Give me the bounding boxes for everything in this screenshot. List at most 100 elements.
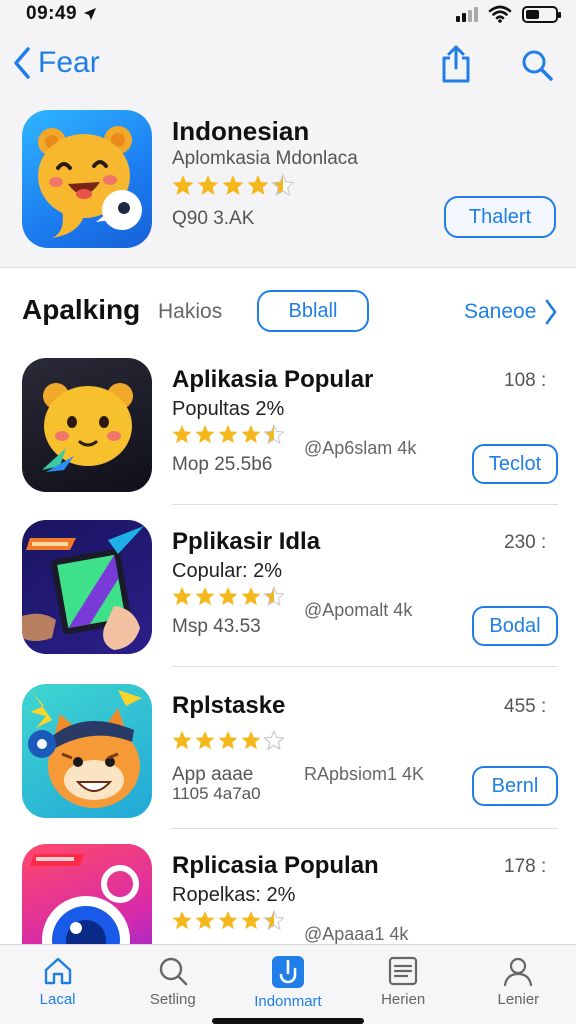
app-name: Rplicasia Populan [172, 852, 379, 879]
section-tab[interactable]: Hakios [158, 300, 222, 324]
location-arrow-icon [84, 8, 97, 20]
status-bar: 09:49 [0, 0, 576, 28]
star-full-icon [241, 731, 261, 750]
chevron-left-icon [14, 47, 30, 79]
back-label: Fear [38, 46, 100, 79]
star-full-icon [241, 911, 261, 930]
star-full-icon [172, 175, 194, 195]
app-list-item[interactable]: Rplicasia Populan Ropelkas: 2% @Apaaa1 4… [0, 844, 576, 944]
featured-app-icon[interactable] [22, 110, 152, 248]
tab-label: Herien [381, 991, 426, 1008]
featured-app-meta: Q90 3.AK [172, 208, 255, 229]
section-filter-pill[interactable]: Bblall [257, 290, 369, 332]
home-icon [44, 957, 71, 985]
app-subtitle: Copular: 2% [172, 560, 283, 582]
app-developer: @Ap6slam 4k [304, 438, 417, 458]
row-divider [172, 504, 558, 505]
app-icon[interactable] [22, 684, 152, 818]
star-full-icon [172, 731, 192, 750]
featured-app-title: Indonesian [172, 116, 310, 146]
share-icon [442, 45, 470, 83]
app-meta-secondary: 1105 4a7a0 [172, 784, 261, 803]
star-full-icon [218, 425, 238, 444]
star-full-icon [241, 425, 261, 444]
app-name: Pplikasir Idla [172, 528, 321, 555]
star-full-icon [197, 175, 219, 195]
tab-label: Lenier [497, 991, 540, 1008]
tiger-mascot-icon [28, 690, 142, 808]
star-full-icon [195, 587, 215, 606]
star-half-icon [263, 909, 285, 931]
back-button[interactable]: Fear [12, 46, 100, 80]
list-icon [389, 956, 418, 986]
tab-label: Lacal [39, 991, 76, 1008]
tab-bar: Lacal Setling Indonmart Herien Lenier [0, 944, 576, 1024]
tab-apps[interactable]: Indonmart [238, 945, 338, 1024]
app-rating [172, 585, 285, 611]
app-get-button[interactable]: Bernl [472, 766, 558, 806]
app-developer: RApbsiom1 4K [304, 764, 425, 784]
section-header: Apalking Hakios Bblall Saneoe [0, 288, 576, 336]
app-icon[interactable] [22, 358, 152, 492]
wifi-icon [488, 5, 512, 23]
tab-profile[interactable]: Lenier [468, 945, 568, 1024]
bear-face-icon [42, 383, 133, 472]
home-indicator [212, 1018, 364, 1024]
app-meta: Mop 25.5b6 [172, 454, 273, 475]
app-get-button[interactable]: Teclot [472, 444, 558, 484]
apps-icon [271, 956, 304, 988]
see-all-link[interactable]: Saneoe [464, 298, 558, 326]
status-time: 09:49 [26, 3, 97, 25]
app-list-item[interactable]: Aplikasia Popular Popultas 2% Mop 25.5b6… [0, 358, 576, 518]
time-label: 09:49 [26, 3, 78, 24]
star-half-icon [263, 423, 285, 445]
app-list-item[interactable]: Pplikasir Idla Copular: 2% Msp 43.53 @Ap… [0, 520, 576, 680]
battery-icon [522, 5, 561, 23]
star-full-icon [172, 425, 192, 444]
app-list-item[interactable]: Rplstaske App aaae 1105 4a7a0 RApbsiom1 … [0, 684, 576, 844]
app-developer: @Apaaa1 4k [304, 924, 409, 944]
featured-app-get-button[interactable]: Thalert [444, 196, 556, 238]
see-all-label: Saneoe [464, 300, 537, 323]
app-icon[interactable] [22, 520, 152, 654]
tab-list[interactable]: Herien [353, 945, 453, 1024]
status-icons [456, 5, 561, 23]
cellular-signal-icon [456, 6, 478, 22]
star-rating-svg [172, 909, 285, 931]
star-full-icon [172, 911, 192, 930]
star-full-icon [195, 731, 215, 750]
star-full-icon [218, 911, 238, 930]
row-divider [172, 828, 558, 829]
tab-label: Setling [149, 991, 196, 1008]
app-meta: App aaae [172, 764, 254, 785]
star-full-icon [172, 587, 192, 606]
bear-mascot-icon [38, 126, 142, 238]
star-rating-svg [172, 423, 285, 445]
person-icon [504, 957, 533, 987]
app-rating [172, 729, 285, 755]
search-icon [522, 50, 553, 81]
app-meta: Msp 43.53 [172, 616, 261, 637]
search-button[interactable] [520, 48, 554, 87]
app-rank: 230 : [504, 532, 547, 553]
camera-lens-icon [30, 854, 139, 944]
app-name: Rplstaske [172, 692, 286, 719]
app-subtitle: Ropelkas: 2% [172, 884, 296, 906]
star-full-icon [195, 911, 215, 930]
star-full-icon [247, 175, 269, 195]
tablet-hand-icon [22, 526, 144, 650]
nav-bar: Fear [0, 42, 576, 92]
tab-search[interactable]: Setling [123, 945, 223, 1024]
section-title: Apalking [22, 294, 141, 325]
app-get-button[interactable]: Bodal [472, 606, 558, 646]
share-button[interactable] [440, 44, 472, 89]
app-icon[interactable] [22, 844, 152, 944]
star-half-icon [271, 173, 295, 196]
search-icon [159, 957, 188, 986]
featured-app-rating [172, 173, 295, 201]
app-rank: 108 : [504, 370, 547, 391]
star-empty-icon [263, 729, 285, 751]
star-rating-svg [172, 173, 295, 196]
chevron-right-icon [546, 299, 557, 325]
tab-local[interactable]: Lacal [8, 945, 108, 1024]
